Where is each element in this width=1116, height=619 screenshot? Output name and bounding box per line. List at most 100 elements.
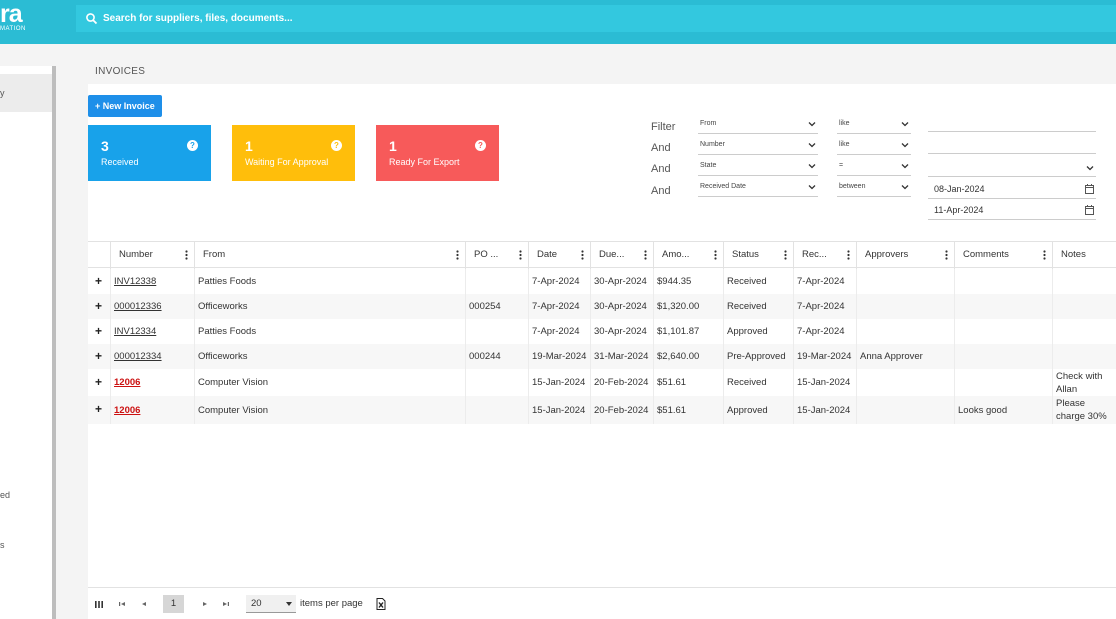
items-per-page-label: items per page <box>300 598 363 609</box>
cell-received-text: 7-Apr-2024 <box>797 301 845 312</box>
card-ready-for-export[interactable]: 1 Ready For Export ? <box>376 125 499 181</box>
cell-due: 30-Apr-2024 <box>590 319 653 344</box>
expand-row-icon[interactable]: + <box>95 324 102 338</box>
invoice-number-link[interactable]: INV12334 <box>114 326 156 337</box>
column-header-amount[interactable]: Amo... <box>653 242 723 269</box>
column-header-date[interactable]: Date <box>528 242 590 269</box>
prev-page-icon[interactable] <box>139 599 149 609</box>
filter-operator-select[interactable]: = <box>837 160 911 176</box>
invoice-number-link[interactable]: 12006 <box>114 405 140 416</box>
filter-operator-value: = <box>839 162 844 169</box>
invoice-number-link[interactable]: 12006 <box>114 377 140 388</box>
last-page-icon[interactable] <box>221 599 231 609</box>
new-invoice-button[interactable]: + New Invoice <box>88 95 162 117</box>
column-menu-icon[interactable] <box>847 250 850 260</box>
table-row[interactable]: +12006 Computer Vision 15-Jan-2024 20-Feb-2… <box>88 396 1116 424</box>
table-row[interactable]: +000012334 Officeworks 000244 19-Mar-2024 31… <box>88 344 1116 369</box>
column-header-comments[interactable]: Comments <box>954 242 1052 269</box>
cell-comments <box>954 369 1052 396</box>
cell-status: Approved <box>723 396 793 424</box>
cell-from-text: Officeworks <box>198 351 248 362</box>
column-menu-icon[interactable] <box>185 250 188 260</box>
column-header-from[interactable]: From <box>194 242 465 269</box>
filter-field-select[interactable]: Received Date <box>698 181 818 197</box>
filter-state-select[interactable] <box>928 158 1096 177</box>
column-header-status[interactable]: Status <box>723 242 793 269</box>
columns-icon[interactable] <box>94 599 104 609</box>
sidebar-item-label[interactable]: ed <box>0 490 10 500</box>
invoice-number-link[interactable]: INV12338 <box>114 276 156 287</box>
column-menu-icon[interactable] <box>714 250 717 260</box>
column-header-notes[interactable]: Notes <box>1052 242 1116 269</box>
cell-amount-text: $1,320.00 <box>657 301 700 312</box>
sidebar-item-active[interactable] <box>0 74 52 112</box>
search-input[interactable] <box>103 13 703 24</box>
filter-operator-select[interactable]: like <box>837 118 911 134</box>
calendar-icon[interactable] <box>1085 184 1094 194</box>
column-menu-icon[interactable] <box>945 250 948 260</box>
column-menu-icon[interactable] <box>784 250 787 260</box>
cell-notes: Please charge 30% <box>1052 396 1116 424</box>
chevron-down-icon <box>1086 166 1094 171</box>
cell-number: INV12334 <box>110 319 194 344</box>
column-menu-icon[interactable] <box>581 250 584 260</box>
column-menu-icon[interactable] <box>1043 250 1046 260</box>
cell-po: 000254 <box>465 294 528 319</box>
filter-value-input[interactable] <box>928 113 1096 132</box>
column-header-number[interactable]: Number <box>110 242 194 269</box>
table-row[interactable]: + INV12334 Patties Foods 7-Apr-2024 30-Apr-2… <box>88 319 1116 344</box>
sidebar-item-label[interactable]: y <box>0 88 5 98</box>
table-row[interactable]: +000012336 Officeworks 000254 7-Apr-2024 30-… <box>88 294 1116 319</box>
cell-date: 15-Jan-2024 <box>528 369 590 396</box>
filter-date-from-input[interactable]: 08-Jan-2024 <box>928 180 1096 199</box>
page-size-value: 20 <box>251 598 262 609</box>
filter-field-select[interactable]: From <box>698 118 818 134</box>
column-header-approvers[interactable]: Approvers <box>856 242 954 269</box>
cell-from-text: Patties Foods <box>198 276 257 287</box>
grid-header: Number From PO ... Date Due... Amo... St… <box>88 241 1116 269</box>
first-page-icon[interactable] <box>117 599 127 609</box>
calendar-icon[interactable] <box>1085 205 1094 215</box>
invoice-number-link[interactable]: 000012336 <box>114 301 162 312</box>
next-page-icon[interactable] <box>200 599 210 609</box>
column-header-due[interactable]: Due... <box>590 242 653 269</box>
filter-date-to-input[interactable]: 11-Apr-2024 <box>928 201 1096 220</box>
cell-from-text: Computer Vision <box>198 404 269 416</box>
expand-row-icon[interactable]: + <box>95 299 102 313</box>
sidebar-item-label[interactable]: s <box>0 540 5 550</box>
card-waiting-for-approval[interactable]: 1 Waiting For Approval ? <box>232 125 355 181</box>
cell-received-text: 7-Apr-2024 <box>797 326 845 337</box>
help-icon[interactable]: ? <box>475 140 486 151</box>
cell-po-text: 000254 <box>469 301 501 312</box>
chevron-down-icon <box>808 185 816 190</box>
filter-field-select[interactable]: State <box>698 160 818 176</box>
column-menu-icon[interactable] <box>456 250 459 260</box>
caret-down-icon <box>286 602 292 606</box>
help-icon[interactable]: ? <box>187 140 198 151</box>
excel-export-icon[interactable] <box>376 598 386 610</box>
filter-value-input[interactable] <box>928 135 1096 154</box>
column-menu-icon[interactable] <box>519 250 522 260</box>
column-menu-icon[interactable] <box>644 250 647 260</box>
expand-row-icon[interactable]: + <box>95 402 102 416</box>
table-row[interactable]: +12006 Computer Vision 15-Jan-2024 20-Feb-2… <box>88 369 1116 396</box>
chevron-down-icon <box>901 143 909 148</box>
filter-field-select[interactable]: Number <box>698 139 818 155</box>
card-received[interactable]: 3 Received ? <box>88 125 211 181</box>
column-header-po[interactable]: PO ... <box>465 242 528 269</box>
expand-row-icon[interactable]: + <box>95 349 102 363</box>
table-row[interactable]: + INV12338 Patties Foods 7-Apr-2024 30-Apr-2… <box>88 269 1116 294</box>
page-size-select[interactable]: 20 <box>246 595 296 613</box>
column-header-received[interactable]: Rec... <box>793 242 856 269</box>
filter-operator-select[interactable]: between <box>837 181 911 197</box>
cell-amount-text: $51.61 <box>657 377 687 388</box>
invoice-number-link[interactable]: 000012334 <box>114 351 162 362</box>
global-search-bar[interactable] <box>76 5 1116 32</box>
expand-row-icon[interactable]: + <box>95 274 102 288</box>
expand-row-icon[interactable]: + <box>95 375 102 389</box>
cell-received-text: 15-Jan-2024 <box>797 377 851 388</box>
help-icon[interactable]: ? <box>331 140 342 151</box>
filter-operator-select[interactable]: like <box>837 139 911 155</box>
brand-logo[interactable]: ra MATION <box>0 0 76 44</box>
current-page[interactable]: 1 <box>163 595 184 613</box>
